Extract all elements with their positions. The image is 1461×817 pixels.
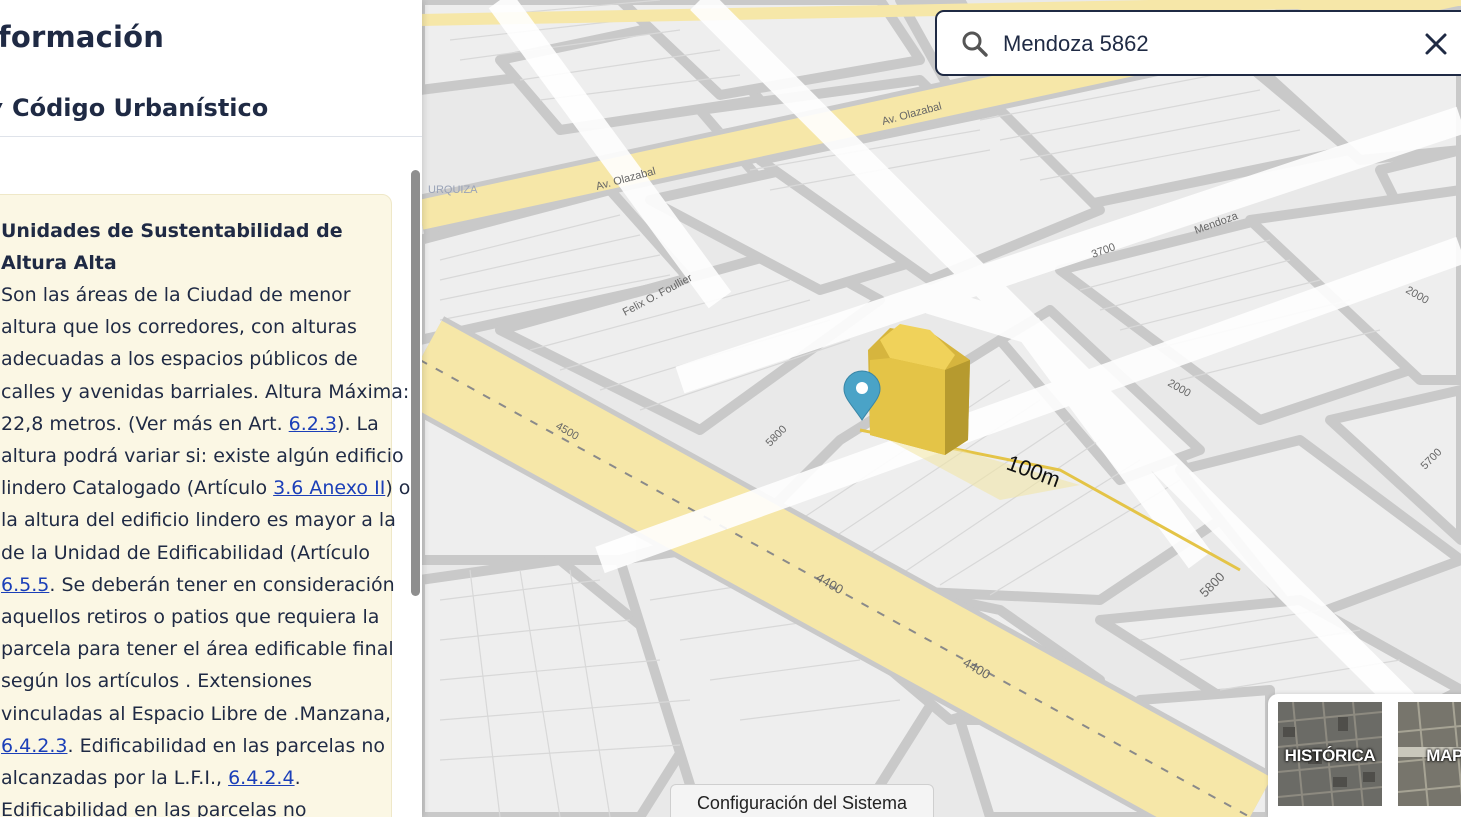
card-text-line: la altura del edificio lindero es mayor … [1,504,396,536]
layer-label: HISTÓRICA [1284,746,1376,765]
card-text-line: adecuadas a los espacios públicos de [1,343,371,375]
card-text: parcela para tener el área edificable fi… [1,638,394,661]
article-link[interactable]: 6.4.2.4 [228,767,294,789]
search-input[interactable] [1003,24,1403,64]
card-text-line: de la Unidad de Edificabilidad (Artículo [1,537,371,569]
card-text: . [294,767,301,790]
system-config-button[interactable]: Configuración del Sistema [670,784,934,817]
card-text: altura podrá variar si: existe algún edi… [1,445,404,468]
section-toggle[interactable]: ▼ Código Urbanístico [0,88,268,128]
app-root: 100m Av. Olazabal Av. Olazabal Felix O. … [0,0,1461,817]
card-text: . Edificabilidad en las parcelas no [67,734,386,757]
card-text-line: Edificabilidad en las parcelas no [1,794,371,817]
card-text: según los artículos . Extensiones [1,670,313,693]
card-text-line: calles y avenidas barriales. Altura Máxi… [1,376,409,408]
card-text: 22,8 metros. (Ver más en Art. [1,412,289,435]
svg-text:URQUIZA: URQUIZA [428,184,478,196]
card-text: altura que los corredores, con alturas [1,316,357,339]
card-text: ). La [337,412,379,435]
card-text: vinculadas al Espacio Libre de .Manzana, [1,702,391,725]
card-text-line: altura podrá variar si: existe algún edi… [1,440,404,472]
layer-historica-button[interactable]: HISTÓRICA [1278,702,1382,806]
close-icon[interactable] [1424,32,1448,56]
card-text: aquellos retiros o patios que requiera l… [1,606,380,629]
info-card: Unidades de Sustentabilidad de Altura Al… [0,194,410,817]
scrollbar[interactable] [408,150,422,817]
card-text-line: lindero Catalogado (Artículo 3.6 Anexo I… [1,472,410,504]
layer-switcher: HISTÓRICA MAPA [1268,694,1461,817]
card-text: de la Unidad de Edificabilidad (Artículo [1,541,371,564]
card-text: calles y avenidas barriales. Altura Máxi… [1,380,410,403]
card-text-line: 6.4.2.3. Edificabilidad en las parcelas … [1,730,385,762]
card-text: Edificabilidad en las parcelas no [1,799,307,817]
card-text-line: alcanzadas por la L.F.I., 6.4.2.4. [1,762,371,794]
card-text: la altura del edificio lindero es mayor … [1,509,396,532]
scrollbar-thumb[interactable] [411,170,420,596]
card-text: alcanzadas por la L.F.I., [1,767,229,790]
card-text-line: aquellos retiros o patios que requiera l… [1,601,379,633]
card-text-line: altura que los corredores, con alturas [1,311,371,343]
card-text-line: vinculadas al Espacio Libre de .Manzana, [1,698,391,730]
card-text-line: según los artículos . Extensiones [1,665,371,697]
info-panel: formación ▼ Código Urbanístico Unidades … [0,0,422,817]
card-text: Son las áreas de la Ciudad de menor [1,284,351,306]
layer-label: MAPA [1426,746,1461,765]
card-body: Son las áreas de la Ciudad de menor altur… [1,279,410,817]
section-title: Código Urbanístico [12,94,269,122]
search-icon[interactable] [961,30,989,58]
card-text: adecuadas a los espacios públicos de [1,348,358,371]
chevron-down-icon: ▼ [0,100,12,116]
divider [0,136,422,137]
article-link[interactable]: 3.6 Anexo II [273,477,385,499]
article-link[interactable]: 6.2.3 [289,413,337,435]
search-box [935,10,1461,76]
article-link[interactable]: 6.4.2.3 [1,735,67,757]
card-text: . Se deberán tener en consideración [49,573,395,596]
card-heading: Unidades de Sustentabilidad de Altura Al… [1,220,343,274]
article-link[interactable]: 6.5.5 [1,574,49,596]
card-text-line: 6.5.5. Se deberán tener en consideración [1,569,395,601]
panel-title: formación [0,20,165,54]
card-text: ) o [385,477,411,500]
card-text-line: Son las áreas de la Ciudad de menor [1,279,371,311]
card-text-line: 22,8 metros. (Ver más en Art. 6.2.3). La [1,408,379,440]
card-text: lindero Catalogado (Artículo [1,477,274,500]
card-text-line: parcela para tener el área edificable fi… [1,633,394,665]
layer-mapa-button[interactable]: MAPA [1398,702,1461,806]
